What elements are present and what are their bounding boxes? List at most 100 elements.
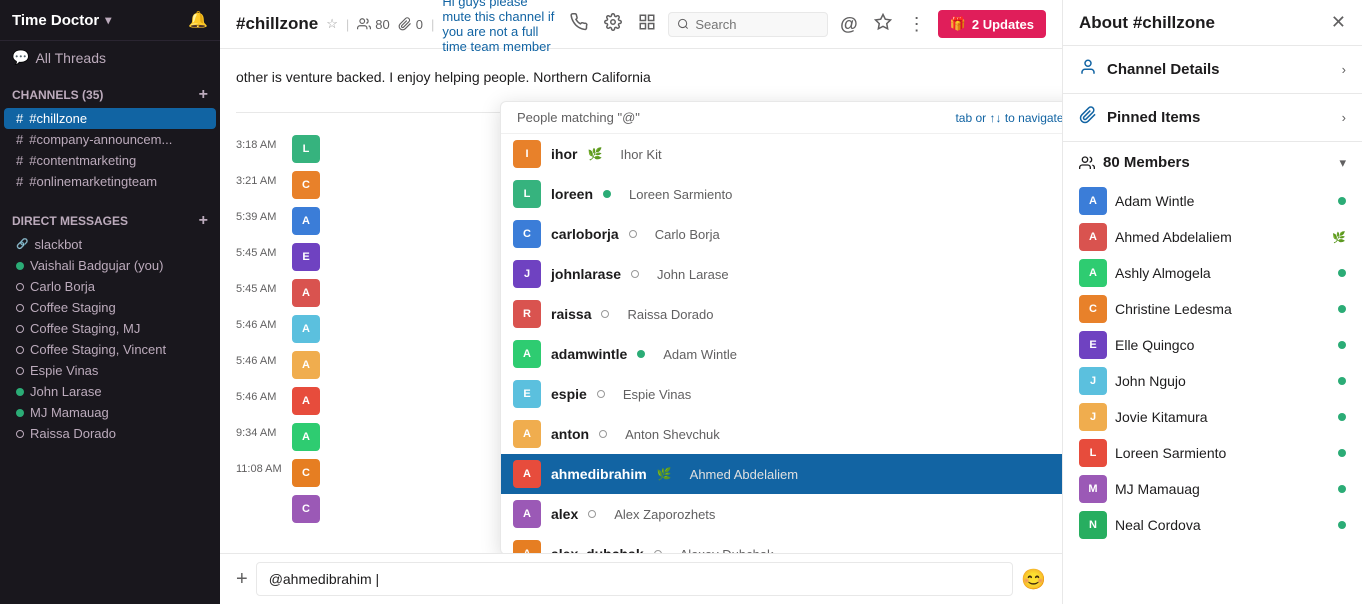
mention-realname: Anton Shevchuk [625, 427, 720, 442]
channels-section-label: CHANNELS (35) [12, 88, 103, 102]
emoji-status: 🌿 [657, 467, 672, 481]
member-avatar: A [1079, 259, 1107, 287]
mention-avatar: R [513, 300, 541, 328]
members-title: 80 Members [1079, 154, 1190, 171]
online-status-dot [16, 262, 24, 270]
starred-icon-btn[interactable] [870, 9, 896, 40]
member-name: Ashly Almogela [1115, 265, 1330, 281]
updates-button[interactable]: 🎁 2 Updates [938, 10, 1046, 38]
member-online-dot [1338, 197, 1346, 205]
settings-icon-btn[interactable] [600, 9, 626, 40]
member-online-dot [1338, 485, 1346, 493]
channels-section-header: CHANNELS (35) + [0, 74, 220, 108]
mention-item[interactable]: A adamwintle Adam Wintle [501, 334, 1062, 374]
dm-item-mj[interactable]: MJ Mamauag [4, 402, 216, 423]
mention-item[interactable]: R raissa Raissa Dorado [501, 294, 1062, 334]
mention-username: ahmedibrahim [551, 466, 647, 482]
channel-item-chillzone[interactable]: # #chillzone [4, 108, 216, 129]
mention-item[interactable]: L loreen Loreen Sarmiento [501, 174, 1062, 214]
offline-status-dot [16, 367, 24, 375]
call-icon-btn[interactable] [566, 9, 592, 40]
offline-dot [654, 550, 662, 553]
dm-name: Raissa Dorado [30, 426, 116, 441]
close-right-panel-button[interactable]: ✕ [1331, 12, 1346, 33]
mention-item[interactable]: A anton Anton Shevchuk [501, 414, 1062, 454]
dm-item-slackbot[interactable]: 🔗 slackbot [4, 234, 216, 255]
mention-item[interactable]: A ahmedibrahim 🌿 Ahmed Abdelaliem [501, 454, 1062, 494]
right-panel: About #chillzone ✕ Channel Details › Pin… [1062, 0, 1362, 604]
mention-nav-hints: tab or ↑↓ to navigate ↵ to select esc to… [955, 111, 1062, 125]
channel-details-caret-icon: › [1342, 62, 1346, 77]
channel-details-label: Channel Details [1107, 61, 1220, 78]
member-online-dot [1338, 341, 1346, 349]
dm-item-coffee-staging[interactable]: Coffee Staging [4, 297, 216, 318]
member-row: A Ashly Almogela [1079, 255, 1346, 291]
mention-item[interactable]: A alex Alex Zaporozhets [501, 494, 1062, 534]
add-channel-icon[interactable]: + [199, 86, 208, 104]
dm-name: MJ Mamauag [30, 405, 109, 420]
dm-item-coffee-staging-mj[interactable]: Coffee Staging, MJ [4, 318, 216, 339]
pinned-items-caret-icon: › [1342, 110, 1346, 125]
tab-hint: tab or ↑↓ to navigate [955, 111, 1062, 125]
continued-message: other is venture backed. I enjoy helping… [220, 65, 1062, 93]
search-input[interactable] [695, 17, 819, 32]
mention-item[interactable]: A alex_dubchak Alexey Dubchak [501, 534, 1062, 553]
mention-item[interactable]: I ihor 🌿 Ihor Kit [501, 134, 1062, 174]
mention-realname: Loreen Sarmiento [629, 187, 732, 202]
mention-query-label: People matching "@" [517, 110, 640, 125]
dm-item-carlo[interactable]: Carlo Borja [4, 276, 216, 297]
offline-dot [629, 230, 637, 238]
right-panel-header: About #chillzone ✕ [1063, 0, 1362, 46]
layout-icon-btn[interactable] [634, 9, 660, 40]
mention-item[interactable]: E espie Espie Vinas [501, 374, 1062, 414]
hash-icon: # [16, 174, 23, 189]
members-count-icon [1079, 155, 1095, 171]
hash-icon: # [16, 153, 23, 168]
workspace-title[interactable]: Time Doctor ▾ [12, 12, 111, 29]
member-avatar: J [1079, 367, 1107, 395]
mention-avatar: A [513, 540, 541, 553]
pinned-items-section[interactable]: Pinned Items › [1063, 94, 1362, 142]
channel-item-onlinemarketing[interactable]: # #onlinemarketingteam [4, 171, 216, 192]
online-dot [637, 350, 645, 358]
bell-icon[interactable]: 🔔 [188, 10, 208, 30]
dm-item-raissa[interactable]: Raissa Dorado [4, 423, 216, 444]
member-name: Loreen Sarmiento [1115, 445, 1330, 461]
message-time: 5:45 AM [236, 281, 284, 295]
at-icon-btn[interactable]: @ [836, 10, 862, 39]
member-avatar: N [1079, 511, 1107, 539]
all-threads-item[interactable]: 💬 All Threads [0, 41, 220, 74]
sidebar-header: Time Doctor ▾ 🔔 [0, 0, 220, 41]
more-icon-btn[interactable]: ⋮ [904, 10, 930, 39]
star-icon[interactable]: ☆ [326, 16, 338, 32]
add-dm-icon[interactable]: + [199, 212, 208, 230]
offline-dot [631, 270, 639, 278]
mention-avatar: A [513, 420, 541, 448]
workspace-name-label: Time Doctor [12, 12, 99, 29]
dm-item-john[interactable]: John Larase [4, 381, 216, 402]
dm-item-coffee-staging-vincent[interactable]: Coffee Staging, Vincent [4, 339, 216, 360]
mention-username: adamwintle [551, 346, 627, 362]
mention-avatar: C [513, 220, 541, 248]
mention-dropdown-header: People matching "@" tab or ↑↓ to navigat… [501, 102, 1062, 134]
member-row: J John Ngujo [1079, 363, 1346, 399]
message-time: 5:46 AM [236, 389, 284, 403]
dm-item-espie[interactable]: Espie Vinas [4, 360, 216, 381]
avatar: A [292, 423, 320, 451]
mention-item[interactable]: J johnlarase John Larase [501, 254, 1062, 294]
offline-dot [599, 430, 607, 438]
message-input[interactable] [256, 562, 1013, 596]
workspace-caret-icon: ▾ [105, 13, 111, 27]
mention-username: espie [551, 386, 587, 402]
channel-details-section[interactable]: Channel Details › [1063, 46, 1362, 94]
search-box[interactable] [668, 12, 828, 37]
emoji-button[interactable]: 😊 [1021, 567, 1046, 592]
member-avatar: C [1079, 295, 1107, 323]
members-collapse-icon[interactable]: ▾ [1339, 155, 1346, 171]
member-online-dot [1338, 449, 1346, 457]
attach-file-button[interactable]: + [236, 568, 248, 591]
channel-item-contentmarketing[interactable]: # #contentmarketing [4, 150, 216, 171]
dm-item-vaishali[interactable]: Vaishali Badgujar (you) [4, 255, 216, 276]
channel-item-company[interactable]: # #company-announcem... [4, 129, 216, 150]
mention-item[interactable]: C carloborja Carlo Borja [501, 214, 1062, 254]
